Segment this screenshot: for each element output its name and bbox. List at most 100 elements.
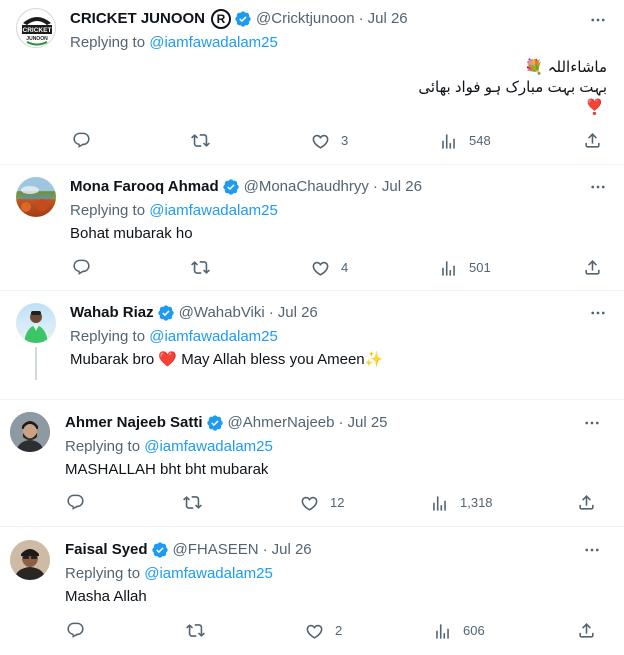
tweet-wahab-riaz[interactable]: Wahab Riaz @WahabViki · Jul 26 Replying … bbox=[0, 291, 624, 400]
person-avatar-image bbox=[24, 311, 48, 343]
tweet-actions: 12 1,318 bbox=[0, 493, 624, 513]
retweet-button[interactable] bbox=[186, 621, 216, 640]
views-button[interactable]: 548 bbox=[439, 131, 491, 151]
tweet-ahmer-najeeb-satti[interactable]: Ahmer Najeeb Satti @AhmerNajeeb · Jul 25… bbox=[0, 400, 624, 527]
verified-badge-icon bbox=[222, 179, 239, 195]
timestamp[interactable]: Jul 26 bbox=[382, 177, 422, 197]
replying-to: Replying to @iamfawadalam25 bbox=[65, 437, 273, 457]
reply-button[interactable] bbox=[72, 131, 102, 150]
verified-badge-icon bbox=[206, 415, 223, 431]
tweet-mona-farooq-ahmad[interactable]: Mona Farooq Ahmad @MonaChaudhryy · Jul 2… bbox=[0, 165, 624, 291]
reply-icon bbox=[73, 259, 90, 275]
verified-badge-icon bbox=[235, 11, 251, 27]
timestamp[interactable]: Jul 26 bbox=[278, 303, 318, 323]
retweet-icon bbox=[191, 134, 210, 147]
replying-to-link[interactable]: @iamfawadalam25 bbox=[144, 438, 273, 455]
handle[interactable]: @Cricktjunoon bbox=[256, 9, 355, 29]
tweet-actions: 3 548 bbox=[0, 131, 624, 151]
like-icon bbox=[301, 496, 318, 511]
svg-text:JUNOON: JUNOON bbox=[26, 36, 48, 42]
avatar[interactable] bbox=[10, 412, 50, 452]
person-avatar-image bbox=[10, 540, 50, 580]
more-icon[interactable] bbox=[582, 540, 602, 560]
share-icon bbox=[585, 260, 600, 275]
separator-dot: · bbox=[268, 304, 274, 321]
more-icon[interactable] bbox=[588, 10, 608, 30]
verified-badge-icon bbox=[151, 542, 168, 558]
handle[interactable]: @WahabViki bbox=[179, 303, 265, 323]
replying-prefix: Replying to bbox=[70, 34, 150, 51]
retweet-icon bbox=[186, 624, 205, 637]
tweet-text-line-2: بہت بہت مبارک ہو فواد بھائی bbox=[418, 79, 607, 96]
replying-prefix: Replying to bbox=[65, 438, 145, 455]
like-button[interactable]: 12 bbox=[300, 493, 344, 513]
like-icon bbox=[312, 261, 329, 276]
like-button[interactable]: 3 bbox=[311, 131, 348, 151]
timestamp[interactable]: Jul 26 bbox=[272, 540, 312, 560]
avatar[interactable]: CRICKET JUNOON bbox=[16, 8, 56, 48]
views-button[interactable]: 606 bbox=[433, 621, 485, 641]
tweet-header: Wahab Riaz @WahabViki · Jul 26 bbox=[70, 303, 318, 323]
share-button[interactable] bbox=[583, 131, 602, 150]
reply-button[interactable] bbox=[66, 493, 96, 512]
views-icon bbox=[436, 623, 449, 639]
tweet-text: Mubarak bro ❤️ May Allah bless you Ameen… bbox=[70, 351, 384, 368]
more-icon[interactable] bbox=[582, 413, 602, 433]
reply-button[interactable] bbox=[66, 621, 96, 640]
replying-prefix: Replying to bbox=[70, 328, 150, 345]
avatar[interactable] bbox=[10, 540, 50, 580]
views-button[interactable]: 1,318 bbox=[430, 493, 493, 513]
thread-line bbox=[35, 347, 37, 380]
replying-to: Replying to @iamfawadalam25 bbox=[65, 564, 273, 584]
retweet-button[interactable] bbox=[191, 258, 221, 277]
share-button[interactable] bbox=[577, 621, 596, 640]
views-button[interactable]: 501 bbox=[439, 258, 491, 278]
reply-button[interactable] bbox=[72, 258, 102, 277]
tweet-actions: 4 501 bbox=[0, 258, 624, 278]
more-icon[interactable] bbox=[588, 177, 608, 197]
tweet-header: Mona Farooq Ahmad @MonaChaudhryy · Jul 2… bbox=[70, 177, 422, 197]
like-icon bbox=[312, 134, 329, 149]
avatar[interactable] bbox=[16, 303, 56, 343]
display-name[interactable]: Wahab Riaz bbox=[70, 303, 154, 323]
share-icon bbox=[579, 623, 594, 638]
tweet-faisal-syed[interactable]: Faisal Syed @FHASEEN · Jul 26 Replying t… bbox=[0, 527, 624, 655]
handle[interactable]: @MonaChaudhryy bbox=[244, 177, 369, 197]
share-button[interactable] bbox=[583, 258, 602, 277]
replying-to-link[interactable]: @iamfawadalam25 bbox=[144, 565, 273, 582]
separator-dot: · bbox=[338, 414, 344, 431]
handle[interactable]: @AhmerNajeeb bbox=[228, 413, 335, 433]
display-name[interactable]: CRICKET JUNOON bbox=[70, 9, 205, 29]
replying-to-link[interactable]: @iamfawadalam25 bbox=[149, 202, 278, 219]
tweet-text-line-1: ماشاءاللہ 💐 bbox=[524, 59, 607, 76]
separator-dot: · bbox=[262, 541, 268, 558]
timestamp[interactable]: Jul 26 bbox=[368, 9, 408, 29]
like-button[interactable]: 4 bbox=[311, 258, 348, 278]
replying-to: Replying to @iamfawadalam25 bbox=[70, 33, 278, 53]
timestamp[interactable]: Jul 25 bbox=[348, 413, 388, 433]
registered-mark-icon: R bbox=[211, 9, 232, 29]
tweet-header: Ahmer Najeeb Satti @AhmerNajeeb · Jul 25 bbox=[65, 413, 388, 433]
person-avatar-image bbox=[10, 412, 50, 452]
separator-dot: · bbox=[358, 10, 364, 27]
replying-to: Replying to @iamfawadalam25 bbox=[70, 327, 278, 347]
handle[interactable]: @FHASEEN bbox=[173, 540, 259, 560]
replying-to-link[interactable]: @iamfawadalam25 bbox=[149, 328, 278, 345]
tweet-cricket-junoon[interactable]: CRICKET JUNOON CRICKET JUNOON R @Cricktj… bbox=[0, 0, 624, 165]
display-name[interactable]: Faisal Syed bbox=[65, 540, 148, 560]
avatar[interactable] bbox=[16, 177, 56, 217]
display-name[interactable]: Mona Farooq Ahmad bbox=[70, 177, 219, 197]
svg-text:CRICKET: CRICKET bbox=[23, 27, 52, 34]
tweet-text: Masha Allah bbox=[65, 588, 147, 605]
share-button[interactable] bbox=[577, 493, 596, 512]
replying-to-link[interactable]: @iamfawadalam25 bbox=[149, 34, 278, 51]
retweet-button[interactable] bbox=[183, 493, 213, 512]
tweet-text-line-3: ❣️ bbox=[585, 99, 604, 116]
retweet-button[interactable] bbox=[191, 131, 221, 150]
share-icon bbox=[579, 495, 594, 510]
more-icon[interactable] bbox=[588, 303, 608, 323]
like-button[interactable]: 2 bbox=[305, 621, 342, 641]
share-icon bbox=[585, 133, 600, 148]
display-name[interactable]: Ahmer Najeeb Satti bbox=[65, 413, 203, 433]
replying-prefix: Replying to bbox=[70, 202, 150, 219]
